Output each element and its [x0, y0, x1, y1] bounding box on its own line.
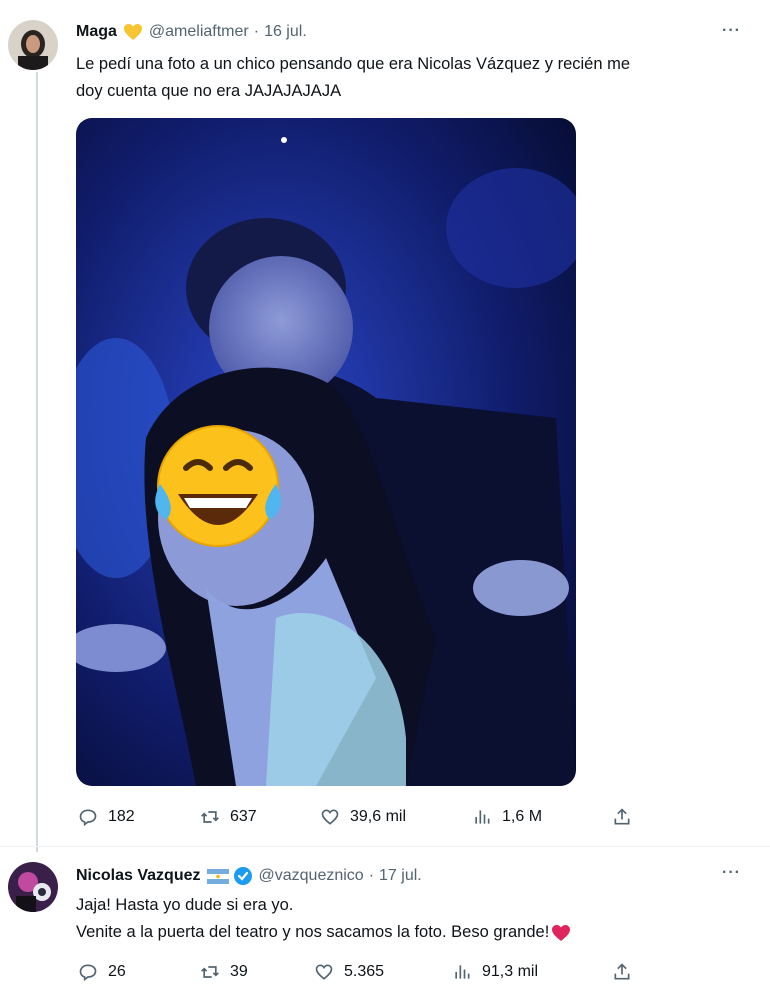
avatar-nicolas[interactable] — [8, 862, 58, 912]
analytics-icon — [475, 810, 490, 824]
retweet-count: 39 — [230, 963, 248, 980]
like-count: 39,6 mil — [350, 808, 407, 825]
tweet-header: Maga @ameliaftmer · 16 jul. — [76, 23, 307, 41]
retweet-button[interactable]: 39 — [200, 962, 248, 982]
retweet-icon — [201, 966, 219, 978]
retweet-count: 637 — [230, 808, 257, 825]
author-handle[interactable]: @ameliaftmer — [149, 23, 249, 41]
tweet-divider — [0, 846, 770, 847]
like-count: 5.365 — [344, 963, 385, 980]
tweet-header: Nicolas Vazquez @vazqueznico · 17 jul. — [76, 866, 422, 886]
reply-button[interactable]: 26 — [78, 962, 126, 982]
share-icon — [614, 808, 630, 825]
views-count: 91,3 mil — [482, 963, 539, 980]
separator-dot: · — [368, 867, 375, 884]
verified-badge-icon — [233, 866, 253, 886]
views-button[interactable]: 91,3 mil — [452, 962, 538, 982]
tweet-text-line: Le pedí una foto a un chico pensando que… — [76, 55, 631, 73]
more-options-icon[interactable]: ··· — [722, 864, 741, 882]
argentina-flag-icon — [206, 868, 229, 884]
red-heart-icon — [551, 924, 571, 942]
views-button[interactable]: 1,6 M — [472, 807, 542, 827]
tweet-date[interactable]: 16 jul. — [264, 23, 307, 41]
share-icon — [614, 963, 630, 980]
tweet-text-line: Jaja! Hasta yo dude si era yo. — [76, 896, 294, 914]
share-button[interactable] — [612, 962, 642, 982]
tweet-date[interactable]: 17 jul. — [379, 867, 422, 885]
reply-button[interactable]: 182 — [78, 807, 135, 827]
tweet-text-line-wrap: Venite a la puerta del teatro y nos saca… — [76, 919, 756, 946]
tweet-photo[interactable] — [76, 118, 576, 786]
retweet-button[interactable]: 637 — [200, 807, 257, 827]
analytics-icon — [455, 965, 470, 979]
separator-dot: · — [253, 23, 260, 40]
author-handle[interactable]: @vazqueznico — [259, 867, 364, 885]
views-count: 1,6 M — [502, 808, 543, 825]
heart-outline-icon — [315, 964, 333, 980]
reply-count: 26 — [108, 963, 126, 980]
author-name[interactable]: Nicolas Vazquez — [76, 867, 201, 885]
tweet-text: Jaja! Hasta yo dude si era yo. Venite a … — [76, 892, 756, 946]
tweet-text-line: Venite a la puerta del teatro y nos saca… — [76, 923, 550, 941]
author-name[interactable]: Maga — [76, 23, 117, 41]
reply-icon — [79, 809, 97, 827]
like-button[interactable]: 5.365 — [314, 962, 384, 982]
thread-line — [36, 72, 38, 852]
yellow-heart-icon — [123, 23, 143, 41]
tweet-text: Le pedí una foto a un chico pensando que… — [76, 51, 756, 105]
reply-count: 182 — [108, 808, 135, 825]
avatar-maga[interactable] — [8, 20, 58, 70]
retweet-icon — [201, 811, 219, 823]
share-button[interactable] — [612, 807, 642, 827]
more-options-icon[interactable]: ··· — [722, 22, 741, 40]
heart-outline-icon — [321, 809, 339, 825]
like-button[interactable]: 39,6 mil — [320, 807, 406, 827]
reply-icon — [79, 964, 97, 982]
tweet-text-line: doy cuenta que no era JAJAJAJAJA — [76, 82, 342, 100]
